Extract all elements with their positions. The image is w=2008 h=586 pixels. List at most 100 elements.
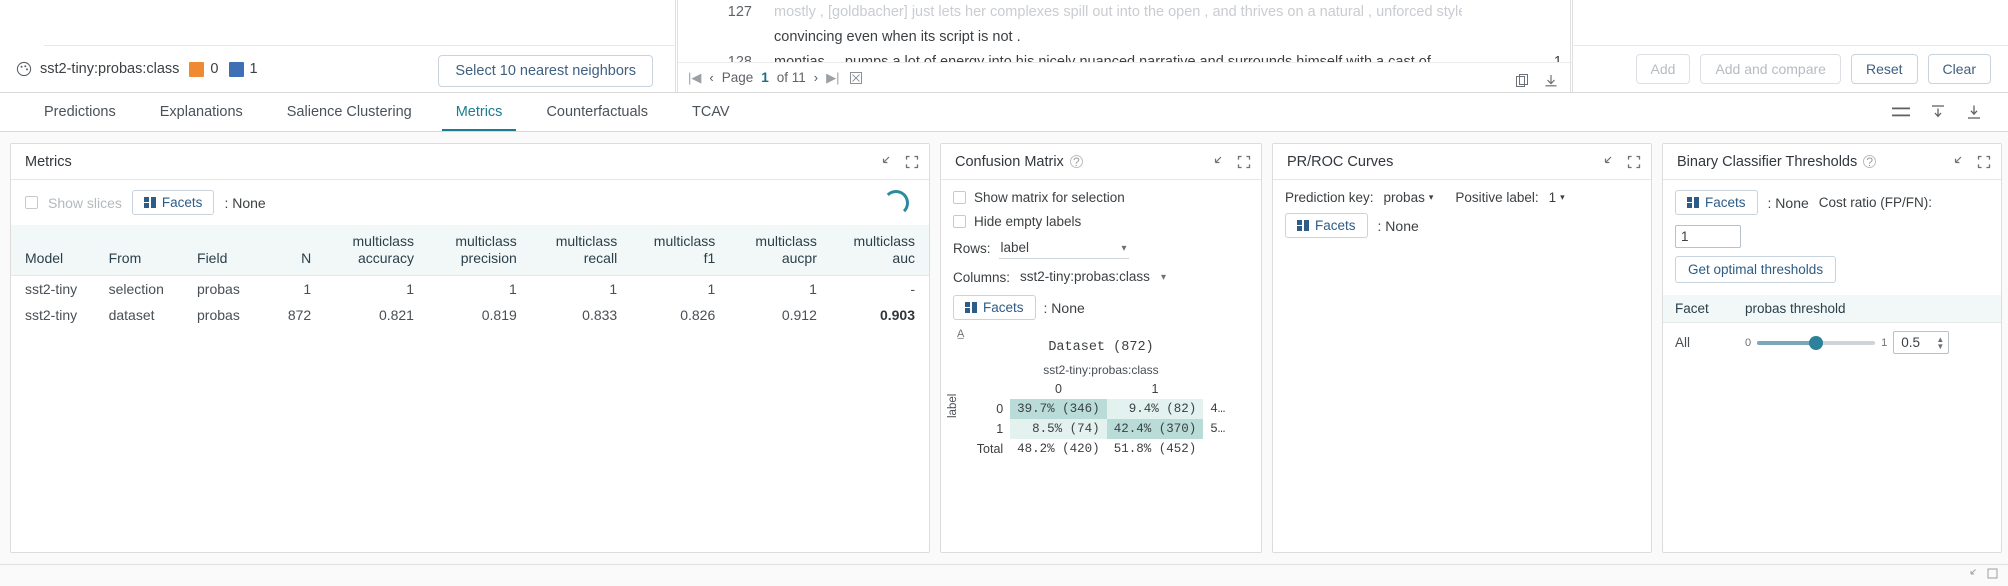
columns-select-wrap[interactable]: sst2-tiny:probas:class ▾ xyxy=(1018,267,1168,287)
last-page-icon[interactable]: ▶| xyxy=(826,70,839,86)
col-field[interactable]: Field xyxy=(183,225,262,276)
maximize-icon[interactable] xyxy=(1987,568,1998,579)
current-page[interactable]: 1 xyxy=(761,70,769,85)
hide-empty-label: Hide empty labels xyxy=(974,214,1081,229)
prev-page-icon[interactable]: ‹ xyxy=(709,70,713,85)
layout-rows-icon[interactable] xyxy=(1892,106,1910,118)
select-nearest-neighbors-button[interactable]: Select 10 nearest neighbors xyxy=(438,55,653,87)
thresholds-facets-button[interactable]: Facets xyxy=(1675,190,1758,215)
cell-f1: 0.826 xyxy=(631,302,729,328)
col-model[interactable]: Model xyxy=(11,225,95,276)
datapoint-editor-module: Add Add and compare Reset Clear xyxy=(1572,0,2008,92)
columns-select-row: Columns: sst2-tiny:probas:class ▾ xyxy=(953,267,1249,287)
add-button[interactable]: Add xyxy=(1636,54,1691,84)
get-optimal-thresholds-button[interactable]: Get optimal thresholds xyxy=(1675,256,1836,283)
table-row[interactable]: 128 montias ... pumps a lot of energy in… xyxy=(678,50,1572,62)
positive-label-select[interactable]: 1 ▾ xyxy=(1549,190,1565,205)
metrics-facets-button[interactable]: Facets xyxy=(132,190,215,215)
data-table-rows[interactable]: 127 mostly , [goldbacher] just lets her … xyxy=(678,0,1572,62)
palette-icon[interactable] xyxy=(16,61,32,77)
maximize-icon[interactable] xyxy=(1237,155,1251,169)
confusion-cell-0-1[interactable]: 9.4% (82) xyxy=(1107,399,1204,419)
minimize-icon[interactable] xyxy=(877,155,891,169)
cell-field: probas xyxy=(183,302,262,328)
legend-swatch-1[interactable] xyxy=(229,62,244,77)
tab-metrics[interactable]: Metrics xyxy=(434,93,525,131)
stepper-icon[interactable]: ▲▼ xyxy=(1936,336,1944,350)
col-n[interactable]: N xyxy=(262,225,326,276)
confusion-corner xyxy=(970,379,1010,399)
cost-ratio-input[interactable] xyxy=(1675,225,1741,248)
table-row[interactable]: 1 8.5% (74) 42.4% (370) 5… xyxy=(970,419,1232,439)
add-and-compare-button[interactable]: Add and compare xyxy=(1700,54,1841,84)
show-slices-checkbox[interactable] xyxy=(25,196,38,209)
legend-swatch-0[interactable] xyxy=(189,62,204,77)
confusion-facets-button[interactable]: Facets xyxy=(953,295,1036,320)
prediction-key-select[interactable]: probas ▾ xyxy=(1384,190,1434,205)
collapse-all-icon[interactable] xyxy=(1966,104,1982,120)
maximize-icon[interactable] xyxy=(1627,155,1641,169)
hide-empty-checkbox[interactable] xyxy=(953,215,966,228)
metrics-module-title: Metrics xyxy=(25,154,72,170)
confusion-cell-1-1[interactable]: 42.4% (370) xyxy=(1107,419,1204,439)
threshold-slider[interactable] xyxy=(1757,341,1875,345)
minimize-icon[interactable] xyxy=(1949,155,1963,169)
sort-alpha-icon[interactable]: A̲ xyxy=(957,328,964,340)
col-auc[interactable]: multiclass auc xyxy=(831,225,929,276)
positive-label-value: 1 xyxy=(1549,190,1557,205)
tab-tcav[interactable]: TCAV xyxy=(670,93,752,131)
cost-ratio-label: Cost ratio (FP/FN): xyxy=(1819,195,1932,210)
tab-predictions[interactable]: Predictions xyxy=(22,93,138,131)
minimize-icon[interactable] xyxy=(1966,568,1977,579)
show-matrix-option[interactable]: Show matrix for selection xyxy=(953,190,1249,205)
confusion-module-body: Show matrix for selection Hide empty lab… xyxy=(941,180,1261,552)
first-page-icon[interactable]: |◀ xyxy=(688,70,701,86)
rows-select-wrap[interactable]: label ▾ xyxy=(999,238,1129,259)
copy-icon[interactable] xyxy=(1516,74,1530,88)
prroc-facets-button[interactable]: Facets xyxy=(1285,213,1368,238)
tab-salience-clustering[interactable]: Salience Clustering xyxy=(265,93,434,131)
table-row[interactable]: sst2-tiny dataset probas 872 0.821 0.819… xyxy=(11,302,929,328)
col-precision[interactable]: multiclass precision xyxy=(428,225,531,276)
col-f1[interactable]: multiclass f1 xyxy=(631,225,729,276)
help-icon[interactable]: ? xyxy=(1070,155,1083,168)
table-row[interactable]: 127 mostly , [goldbacher] just lets her … xyxy=(678,0,1572,25)
clear-button[interactable]: Clear xyxy=(1928,54,1991,84)
columns-select[interactable]: sst2-tiny:probas:class xyxy=(1018,267,1168,287)
tab-explanations[interactable]: Explanations xyxy=(138,93,265,131)
hide-empty-option[interactable]: Hide empty labels xyxy=(953,214,1249,229)
status-bar-icons xyxy=(1966,568,1998,579)
cell-recall: 1 xyxy=(531,276,631,303)
table-row[interactable]: 0 39.7% (346) 9.4% (82) 4… xyxy=(970,399,1232,419)
confusion-col-1: 1 xyxy=(1107,379,1204,399)
col-accuracy[interactable]: multiclass accuracy xyxy=(325,225,428,276)
rows-select[interactable]: label xyxy=(999,238,1129,259)
thresholds-header-icons xyxy=(1949,155,1991,169)
col-recall[interactable]: multiclass recall xyxy=(531,225,631,276)
col-aucpr[interactable]: multiclass aucpr xyxy=(729,225,831,276)
maximize-icon[interactable] xyxy=(905,155,919,169)
tab-list: Predictions Explanations Salience Cluste… xyxy=(0,93,752,131)
table-row[interactable]: sst2-tiny selection probas 1 1 1 1 1 1 - xyxy=(11,276,929,303)
slider-knob[interactable] xyxy=(1809,336,1823,350)
minimize-icon[interactable] xyxy=(1209,155,1223,169)
lit-app-window: sst2-tiny:probas:class 0 1 Select 10 nea… xyxy=(0,0,2008,586)
maximize-icon[interactable] xyxy=(1977,155,1991,169)
tab-counterfactuals[interactable]: Counterfactuals xyxy=(524,93,670,131)
minimize-icon[interactable] xyxy=(1599,155,1613,169)
show-matrix-checkbox[interactable] xyxy=(953,191,966,204)
table-row[interactable]: convincing even when its script is not . xyxy=(678,25,1572,50)
download-icon[interactable] xyxy=(1544,74,1558,88)
help-icon[interactable]: ? xyxy=(1863,155,1876,168)
reset-page-icon[interactable] xyxy=(850,72,862,84)
confusion-cell-0-0[interactable]: 39.7% (346) xyxy=(1010,399,1107,419)
reset-button[interactable]: Reset xyxy=(1851,54,1918,84)
embedding-canvas[interactable] xyxy=(44,0,675,46)
expand-all-icon[interactable] xyxy=(1930,104,1946,120)
threshold-number-input[interactable]: 0.5 ▲▼ xyxy=(1893,331,1949,354)
row-index: 127 xyxy=(678,2,774,23)
next-page-icon[interactable]: › xyxy=(814,70,818,85)
prroc-controls: Prediction key: probas ▾ Positive label:… xyxy=(1273,180,1651,205)
confusion-cell-1-0[interactable]: 8.5% (74) xyxy=(1010,419,1107,439)
col-from[interactable]: From xyxy=(95,225,183,276)
